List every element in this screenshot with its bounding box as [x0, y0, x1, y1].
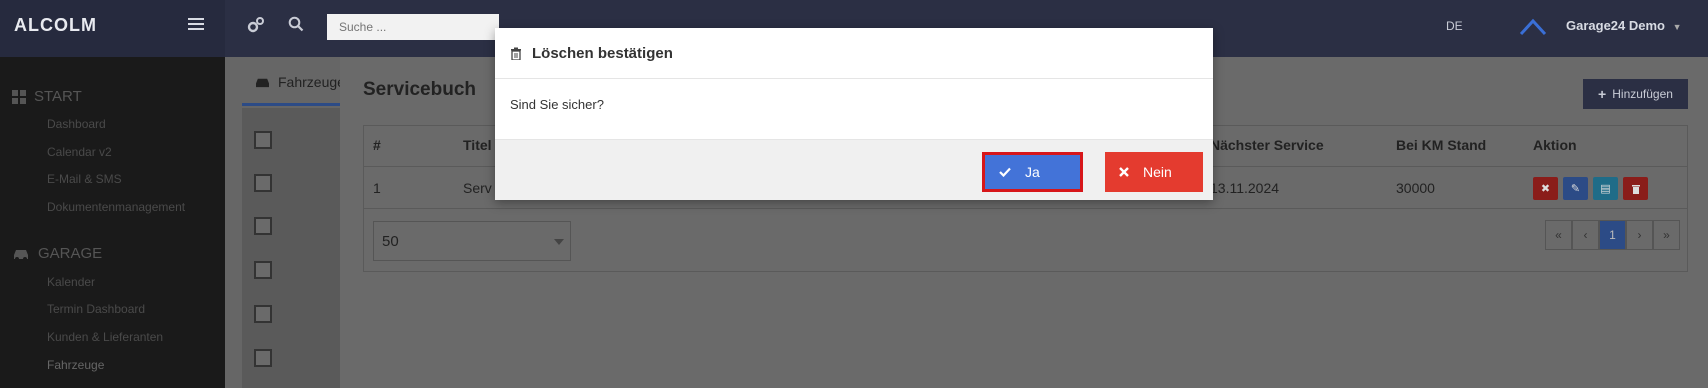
- hamburger-menu-icon[interactable]: [188, 18, 204, 32]
- sidebar-item-dashboard[interactable]: Dashboard: [47, 117, 106, 131]
- row-checkbox[interactable]: [254, 217, 272, 235]
- confirm-yes-button[interactable]: Ja: [982, 152, 1083, 192]
- cancel-row-button[interactable]: ✖: [1533, 177, 1558, 200]
- vehicle-list-panel: [242, 108, 340, 388]
- plus-icon: +: [1598, 86, 1607, 102]
- checkmark-icon: [999, 167, 1011, 177]
- delete-row-button[interactable]: [1623, 177, 1648, 200]
- settings-gears-icon[interactable]: [247, 16, 265, 34]
- row-checkbox[interactable]: [254, 305, 272, 323]
- row-checkbox[interactable]: [254, 261, 272, 279]
- sidebar-item-calendar-v2[interactable]: Calendar v2: [47, 145, 112, 159]
- table-divider: [364, 208, 1687, 209]
- dashboard-grid-icon: [12, 89, 26, 104]
- table-header-next-service[interactable]: Nächster Service: [1210, 137, 1324, 153]
- tab-fahrzeuge[interactable]: Fahrzeuge: [242, 70, 340, 106]
- trash-icon: [511, 47, 521, 60]
- user-menu[interactable]: Garage24 Demo ▼: [1566, 18, 1682, 33]
- car-icon: [256, 78, 269, 88]
- table-cell-titel: Serv: [463, 180, 492, 196]
- table-cell-next-service: 13.11.2024: [1210, 180, 1280, 196]
- sidebar-section-start[interactable]: START: [12, 88, 82, 105]
- document-row-button[interactable]: ▤: [1593, 177, 1618, 200]
- table-cell-num: 1: [373, 180, 381, 196]
- row-checkbox[interactable]: [254, 174, 272, 192]
- sidebar-item-dokumentenmanagement[interactable]: Dokumentenmanagement: [47, 200, 185, 214]
- table-header-km[interactable]: Bei KM Stand: [1396, 137, 1486, 153]
- brand-area: ALCOLM: [0, 0, 225, 57]
- tab-label: Fahrzeuge: [278, 74, 340, 90]
- modal-header: Löschen bestätigen: [495, 28, 1213, 79]
- confirm-delete-modal: Löschen bestätigen Sind Sie sicher? Ja N…: [495, 28, 1213, 200]
- confirm-yes-label: Ja: [1025, 164, 1040, 180]
- language-selector[interactable]: DE: [1446, 19, 1463, 33]
- sidebar-item-termin-dashboard[interactable]: Termin Dashboard: [47, 302, 145, 316]
- page-size-value: 50: [382, 233, 399, 250]
- add-button-label: Hinzufügen: [1612, 87, 1673, 101]
- modal-title: Löschen bestätigen: [532, 45, 673, 62]
- sidebar-item-fahrzeuge[interactable]: Fahrzeuge: [47, 358, 104, 372]
- close-icon: [1119, 167, 1129, 177]
- sidebar-section-garage[interactable]: GARAGE: [12, 245, 102, 262]
- pagination-prev[interactable]: ‹: [1572, 220, 1599, 250]
- table-header-num[interactable]: #: [373, 137, 381, 153]
- brand-logo[interactable]: ALCOLM: [14, 15, 97, 36]
- sidebar-section-label: GARAGE: [38, 245, 103, 262]
- page-size-select[interactable]: 50: [373, 221, 571, 261]
- cancel-no-label: Nein: [1143, 164, 1172, 180]
- sidebar-section-label: START: [34, 88, 82, 105]
- sidebar-item-email-sms[interactable]: E-Mail & SMS: [47, 172, 122, 186]
- caret-down-icon: [554, 239, 564, 245]
- add-button[interactable]: + Hinzufügen: [1583, 79, 1688, 109]
- edit-row-button[interactable]: ✎: [1563, 177, 1588, 200]
- car-icon: [14, 249, 28, 261]
- table-cell-km: 30000: [1396, 180, 1435, 196]
- cancel-no-button[interactable]: Nein: [1105, 152, 1203, 192]
- table-header-titel[interactable]: Titel: [463, 137, 492, 153]
- modal-message: Sind Sie sicher?: [510, 97, 604, 112]
- sidebar-item-kalender[interactable]: Kalender: [47, 275, 95, 289]
- caret-down-icon: ▼: [1672, 22, 1682, 32]
- pagination-last[interactable]: »: [1653, 220, 1680, 250]
- trash-icon: [1631, 185, 1640, 194]
- row-checkbox[interactable]: [254, 349, 272, 367]
- search-input[interactable]: [327, 14, 499, 40]
- pagination-first[interactable]: «: [1545, 220, 1572, 250]
- sidebar-item-kunden-lieferanten[interactable]: Kunden & Lieferanten: [47, 330, 163, 344]
- row-checkbox[interactable]: [254, 131, 272, 149]
- pagination-page-1[interactable]: 1: [1599, 220, 1626, 250]
- table-header-aktion: Aktion: [1533, 137, 1577, 153]
- pagination-next[interactable]: ›: [1626, 220, 1653, 250]
- user-name: Garage24 Demo: [1566, 18, 1665, 33]
- modal-footer: Ja Nein: [495, 139, 1213, 200]
- tab-underline: [242, 103, 340, 106]
- search-icon[interactable]: [288, 16, 304, 32]
- page-title: Servicebuch: [363, 79, 476, 100]
- user-logo-icon: [1519, 18, 1547, 36]
